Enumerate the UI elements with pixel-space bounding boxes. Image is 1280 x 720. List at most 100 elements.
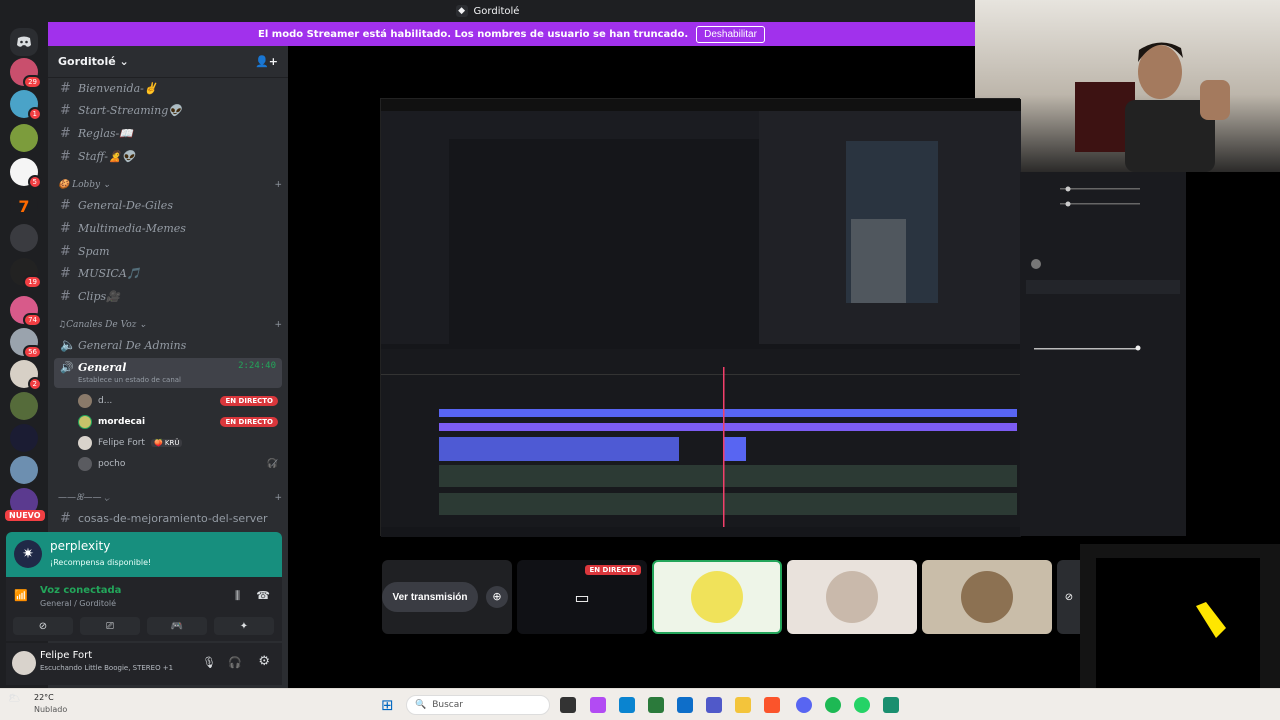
voice-timer: 2:24:40 — [238, 361, 276, 371]
voice-user[interactable]: d... EN DIRECTO — [78, 391, 278, 411]
discord-icon[interactable] — [796, 697, 812, 713]
edge-icon[interactable] — [619, 697, 635, 713]
outlook-icon[interactable] — [677, 697, 693, 713]
taskbar-search[interactable]: 🔍 Buscar — [406, 695, 550, 715]
channel-item[interactable]: # Clips🎥 — [56, 286, 282, 306]
share-screen-button[interactable]: ⎚ — [80, 617, 140, 635]
screen-share-icon: ▭ — [574, 587, 590, 607]
server-icon[interactable]: 2 — [10, 360, 42, 391]
voice-channel-general[interactable]: 🔊 General 2:24:40 Establece un estado de… — [54, 358, 282, 388]
weather-icon[interactable]: 🌥 — [8, 693, 21, 704]
chevron-down-icon: ⌄ — [119, 55, 129, 68]
microphone-icon[interactable]: 🎙 — [202, 656, 216, 669]
category-divider[interactable]: ——ꕤ—— ⌄ + — [58, 493, 282, 503]
avatar — [78, 457, 92, 471]
add-channel-icon[interactable]: + — [274, 493, 282, 503]
watch-stream-button[interactable]: Ver transmisión — [382, 582, 478, 612]
add-channel-icon[interactable]: + — [274, 180, 282, 190]
voice-user[interactable]: mordecai EN DIRECTO — [78, 412, 278, 432]
server-icon[interactable]: 19 — [10, 258, 42, 289]
app-icon[interactable] — [883, 697, 899, 713]
server-icon[interactable]: 1 — [10, 90, 42, 121]
discord-home-icon[interactable] — [10, 28, 38, 56]
channel-item[interactable]: # General-De-Giles — [56, 195, 282, 215]
participant-tile[interactable] — [922, 560, 1052, 634]
brave-icon[interactable] — [764, 697, 780, 713]
server-icon[interactable] — [10, 124, 38, 152]
soundboard-button[interactable]: ✦ — [214, 617, 274, 635]
hash-icon: # — [60, 243, 71, 259]
signal-icon: 📶 — [14, 589, 28, 602]
whatsapp-icon[interactable] — [854, 697, 870, 713]
file-explorer-icon[interactable] — [735, 697, 751, 713]
channel-item[interactable]: # Reglas-📖 — [56, 123, 282, 143]
server-icon: ◆ — [455, 5, 468, 17]
copilot-icon[interactable] — [590, 697, 606, 713]
windows-taskbar: 🌥 22°C Nublado ⊞ 🔍 Buscar — [0, 688, 1280, 720]
channel-status[interactable]: Establece un estado de canal — [78, 376, 181, 384]
hash-icon: # — [60, 148, 71, 164]
avatar — [961, 571, 1013, 623]
server-icon[interactable] — [10, 424, 38, 452]
hash-icon: # — [60, 220, 71, 236]
channel-item[interactable]: # Start-Streaming👽 — [56, 100, 282, 120]
channel-item[interactable]: # Staff-🙎👽 — [56, 146, 282, 166]
task-view-icon[interactable] — [560, 697, 576, 713]
category-icon: 🍪 — [58, 180, 70, 190]
channel-item[interactable]: # Spam — [56, 241, 282, 261]
channel-item[interactable]: # MUSICA🎵 — [56, 263, 282, 283]
streamer-mode-text: El modo Streamer está habilitado. Los no… — [258, 28, 689, 40]
server-icon[interactable]: 56 — [10, 328, 42, 359]
teams-icon[interactable] — [706, 697, 722, 713]
headphones-icon[interactable]: 🎧 — [228, 656, 242, 669]
start-icon[interactable]: ⊞ — [381, 696, 394, 714]
speaker-icon: 🔊 — [60, 361, 74, 374]
guild-header[interactable]: Gorditolé ⌄ 👤+ — [48, 46, 288, 78]
disable-streamer-button[interactable]: Deshabilitar — [696, 25, 765, 43]
activities-button[interactable]: 🎮 — [147, 617, 207, 635]
speaker-icon: 🔈 — [60, 337, 77, 353]
add-member-icon[interactable]: 👤+ — [255, 55, 278, 68]
server-icon[interactable] — [10, 456, 38, 484]
spotify-icon[interactable] — [825, 697, 841, 713]
participant-tile[interactable]: ⊘ — [1057, 560, 1081, 634]
channel-item[interactable]: # Bienvenida-✌ — [56, 78, 282, 98]
channel-item[interactable]: # cosas-de-mejoramiento-del-server — [56, 508, 282, 528]
server-icon[interactable]: 5 — [10, 158, 42, 189]
voice-user[interactable]: pocho 🎧̸ — [78, 454, 278, 474]
server-icon[interactable]: 29 — [10, 58, 42, 89]
camera-off-icon: ⊘ — [1064, 591, 1074, 603]
perplexity-promo[interactable]: ✷ perplexity ¡Recompensa disponible! — [6, 532, 282, 577]
server-icon[interactable]: 74 — [10, 296, 42, 327]
category-voice[interactable]: ♫Canales De Voz ⌄ + — [58, 320, 282, 330]
participant-tile[interactable] — [787, 560, 917, 634]
live-badge: EN DIRECTO — [585, 565, 641, 575]
window-titlebar: ◆ Gorditolé — [0, 0, 975, 22]
server-icon[interactable] — [10, 392, 38, 420]
camera-off-button[interactable]: ⊘ — [13, 617, 73, 635]
disconnect-icon[interactable]: ☎ — [256, 589, 270, 602]
soundboard-icon[interactable]: ⫼ — [235, 589, 240, 603]
hash-icon: # — [60, 80, 71, 96]
avatar[interactable] — [12, 651, 36, 675]
avatar — [78, 394, 92, 408]
popout-icon[interactable]: ⊕ — [486, 586, 508, 608]
stream-preview[interactable] — [380, 98, 1021, 541]
add-channel-icon[interactable]: + — [274, 320, 282, 330]
voice-user[interactable]: Felipe Fort 🍑 KRÜ — [78, 433, 278, 453]
channel-item[interactable]: # Multimedia-Memes — [56, 218, 282, 238]
server-icon[interactable] — [10, 224, 38, 252]
server-icon[interactable]: 7 — [10, 192, 38, 220]
hash-icon: # — [60, 510, 71, 526]
voice-channel-admins[interactable]: 🔈 General De Admins — [56, 335, 282, 355]
category-lobby[interactable]: 🍪 Lobby ⌄ + — [58, 180, 282, 190]
gear-icon[interactable]: ⚙ — [258, 654, 270, 669]
store-icon[interactable] — [648, 697, 664, 713]
live-badge: EN DIRECTO — [220, 396, 278, 406]
stream-tile[interactable]: EN DIRECTO ▭ — [517, 560, 647, 634]
participant-tile[interactable] — [652, 560, 782, 634]
hash-icon: # — [60, 102, 71, 118]
voice-connection-panel: 📶 Voz conectada General / Gorditolé ⫼ ☎ … — [6, 577, 282, 641]
live-badge: EN DIRECTO — [220, 417, 278, 427]
search-icon: 🔍 — [415, 700, 427, 710]
